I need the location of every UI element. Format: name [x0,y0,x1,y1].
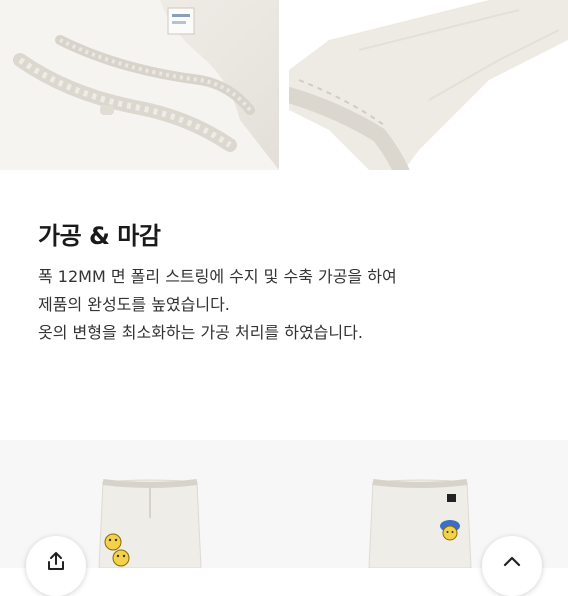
description-line: 옷의 변형을 최소화하는 가공 처리를 하였습니다. [38,323,363,342]
description-line: 폭 12MM 면 폴리 스트링에 수지 및 수축 가공을 하여 [38,267,397,286]
product-detail-photo-waistband [0,0,279,170]
product-image-pants-logo[interactable] [365,478,475,569]
section-title: 가공 & 마감 [38,222,161,250]
pants-logo-illustration [368,479,472,569]
share-button[interactable] [26,536,86,596]
description-line: 제품의 완성도를 높였습니다. [38,295,230,314]
pants-smiley-illustration [98,479,202,569]
product-image-pants-smiley[interactable] [95,478,205,569]
waistband-illustration [0,0,279,170]
scroll-top-button[interactable] [482,536,542,596]
product-preview-area [0,440,568,568]
product-detail-photo-quilted-edge [289,0,568,170]
section-description: 폭 12MM 면 폴리 스트링에 수지 및 수축 가공을 하여 제품의 완성도를… [38,263,538,347]
chevron-up-icon [503,556,521,567]
share-icon [48,552,64,570]
quilted-edge-illustration [289,0,568,170]
